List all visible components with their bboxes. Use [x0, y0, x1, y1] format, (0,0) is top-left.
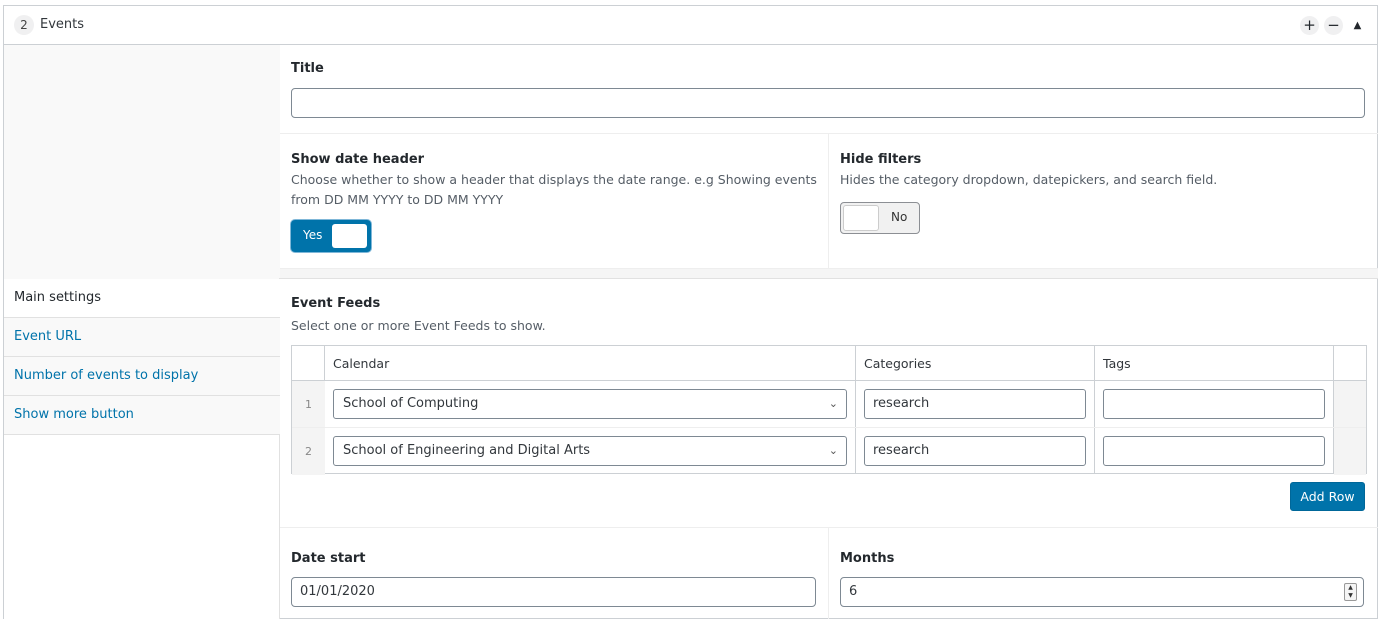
- tags-input[interactable]: [1103, 436, 1325, 466]
- column-header-categories: Categories: [864, 356, 932, 371]
- column-header-calendar: Calendar: [333, 356, 390, 371]
- title-label: Title: [291, 61, 324, 76]
- categories-input[interactable]: research: [864, 436, 1086, 466]
- date-start-label: Date start: [291, 551, 366, 566]
- categories-input[interactable]: research: [864, 389, 1086, 419]
- tags-input[interactable]: [1103, 389, 1325, 419]
- main-settings: Title Show date header Choose whether to…: [280, 45, 1378, 619]
- dates-section: Date start 01/01/2020 Months 6 ▲ ▼: [280, 528, 1378, 619]
- chevron-down-icon: ⌄: [828, 397, 838, 410]
- title-section: Title: [280, 45, 1378, 134]
- show-date-header-label: Show date header: [291, 152, 425, 167]
- toggle-yes-label: Yes: [303, 228, 323, 242]
- sidebar-item-show-more-button[interactable]: Show more button: [4, 396, 280, 435]
- number-spinner-icon[interactable]: ▲ ▼: [1344, 583, 1357, 601]
- event-feeds-label: Event Feeds: [291, 296, 381, 311]
- events-panel: 2 Events + − ▲ Main settings Event URL N…: [3, 5, 1378, 619]
- date-start-input[interactable]: 01/01/2020: [291, 577, 816, 607]
- sidebar-nav: Main settings Event URL Number of events…: [4, 279, 280, 435]
- add-row-button[interactable]: Add Row: [1290, 482, 1365, 511]
- toggle-knob: [843, 205, 879, 231]
- sidebar-spacer: [4, 45, 280, 279]
- chevron-down-icon: ⌄: [828, 444, 838, 457]
- event-feeds-section: Event Feeds Select one or more Event Fee…: [280, 279, 1378, 528]
- table-row: 1 School of Computing ⌄ research: [292, 381, 1366, 428]
- hide-filters-label: Hide filters: [840, 152, 922, 167]
- row-index[interactable]: 1: [292, 381, 325, 427]
- section-divider: [280, 269, 1378, 279]
- hide-filters-field: Hide filters Hides the category dropdown…: [829, 134, 1378, 269]
- event-feeds-description: Select one or more Event Feeds to show.: [291, 318, 546, 333]
- calendar-select[interactable]: School of Engineering and Digital Arts ⌄: [333, 436, 847, 466]
- table-row: 2 School of Engineering and Digital Arts…: [292, 428, 1366, 475]
- toggle-knob: [332, 224, 367, 248]
- sidebar-item-event-url[interactable]: Event URL: [4, 318, 280, 357]
- title-input[interactable]: [291, 88, 1365, 118]
- row-actions[interactable]: [1334, 428, 1366, 475]
- repeater-header: Calendar Categories Tags: [292, 346, 1366, 381]
- calendar-select-value: School of Engineering and Digital Arts: [343, 443, 591, 458]
- months-value: 6: [849, 584, 858, 599]
- show-date-header-toggle[interactable]: Yes: [291, 220, 371, 252]
- calendar-select[interactable]: School of Computing ⌄: [333, 389, 847, 419]
- sidebar: Main settings Event URL Number of events…: [4, 45, 280, 619]
- triangle-up-icon[interactable]: ▲: [1348, 16, 1367, 35]
- sidebar-item-number-of-events[interactable]: Number of events to display: [4, 357, 280, 396]
- months-input[interactable]: 6 ▲ ▼: [840, 577, 1364, 607]
- row-actions[interactable]: [1334, 381, 1366, 427]
- months-field: Months 6 ▲ ▼: [829, 528, 1378, 619]
- panel-header: 2 Events + − ▲: [4, 6, 1377, 45]
- calendar-select-value: School of Computing: [343, 396, 479, 411]
- show-date-header-field: Show date header Choose whether to show …: [280, 134, 829, 269]
- row-number-badge: 2: [14, 15, 34, 35]
- sidebar-item-main-settings[interactable]: Main settings: [4, 279, 280, 318]
- event-feeds-repeater: Calendar Categories Tags 1 School of Com…: [291, 345, 1367, 475]
- row-index[interactable]: 2: [292, 428, 325, 475]
- plus-icon[interactable]: +: [1300, 16, 1319, 35]
- months-label: Months: [840, 551, 895, 566]
- hide-filters-toggle[interactable]: No: [840, 202, 920, 234]
- toggle-no-label: No: [891, 210, 908, 224]
- panel-title: Events: [40, 17, 85, 32]
- hide-filters-description: Hides the category dropdown, datepickers…: [840, 172, 1218, 187]
- minus-icon[interactable]: −: [1324, 16, 1343, 35]
- toggles-section: Show date header Choose whether to show …: [280, 134, 1378, 269]
- show-date-header-description: Choose whether to show a header that dis…: [291, 172, 817, 207]
- date-start-field: Date start 01/01/2020: [280, 528, 829, 619]
- column-header-tags: Tags: [1103, 356, 1131, 371]
